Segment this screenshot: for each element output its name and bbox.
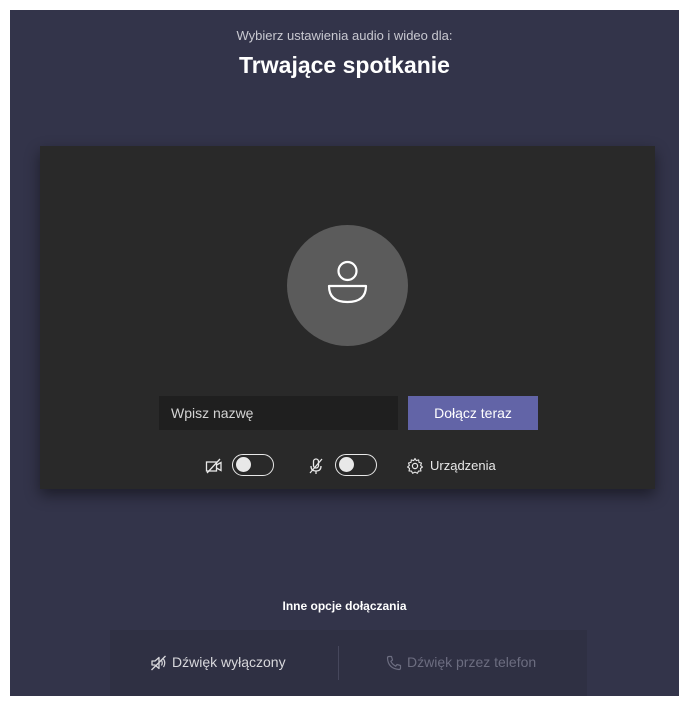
video-preview-panel: Dołącz teraz <box>40 146 655 489</box>
other-options-panel: Dźwięk wyłączony Dźwięk przez telefon <box>110 630 587 696</box>
pre-join-screen: Wybierz ustawienia audio i wideo dla: Tr… <box>10 10 679 696</box>
mic-off-icon <box>309 458 323 474</box>
options-divider <box>338 646 339 680</box>
join-now-button[interactable]: Dołącz teraz <box>408 396 538 430</box>
other-options-heading: Inne opcje dołączania <box>282 599 407 613</box>
devices-label: Urządzenia <box>430 458 496 473</box>
camera-toggle-knob <box>236 457 251 472</box>
page-title: Trwające spotkanie <box>239 52 450 78</box>
camera-toggle[interactable] <box>232 454 274 476</box>
name-input[interactable] <box>159 396 398 430</box>
phone-audio-label: Dźwięk przez telefon <box>407 654 537 670</box>
person-icon <box>327 260 368 304</box>
avatar <box>287 225 408 346</box>
page-subtitle: Wybierz ustawienia audio i wideo dla: <box>236 28 453 43</box>
mic-toggle[interactable] <box>335 454 377 476</box>
mic-toggle-knob <box>339 457 354 472</box>
camera-off-icon <box>205 458 222 474</box>
gear-icon <box>407 457 423 474</box>
audio-off-label: Dźwięk wyłączony <box>172 654 286 670</box>
speaker-off-icon <box>151 655 166 671</box>
phone-icon <box>386 655 402 671</box>
av-controls: Urządzenia <box>40 452 655 480</box>
